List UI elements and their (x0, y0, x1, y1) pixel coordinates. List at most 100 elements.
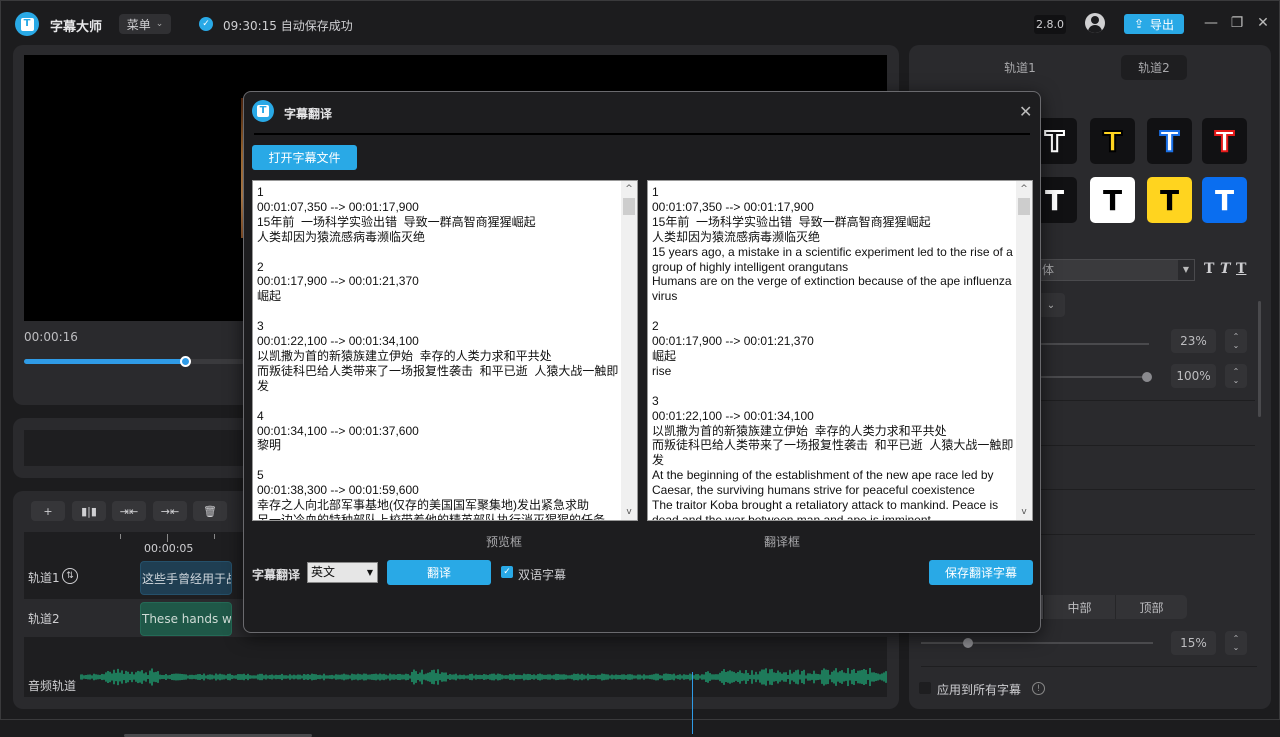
dropdown-arrow-icon: ▼ (366, 568, 373, 577)
subtitle-translate-dialog: T 字幕翻译 ✕ 打开字幕文件 1 00:01:07,350 --> 00:01… (243, 91, 1041, 633)
tab-track2[interactable]: 轨道2 (1121, 55, 1187, 80)
app-logo-icon: T (15, 12, 39, 36)
dialog-title: 字幕翻译 (284, 107, 333, 121)
translation-textbox[interactable]: 1 00:01:07,350 --> 00:01:17,900 15年前 一场科… (647, 180, 1033, 521)
style-swatch[interactable]: T (1090, 118, 1135, 164)
style-panel-scrollbar[interactable] (1258, 301, 1261, 417)
apply-all-label: 应用到所有字幕 (937, 683, 1022, 697)
scroll-down-icon[interactable]: v (621, 504, 637, 520)
translation-scrollbar[interactable]: ^ v (1016, 181, 1032, 520)
dropdown-arrow-icon: ▼ (1178, 260, 1194, 280)
track-label: 轨道1 (28, 571, 60, 585)
user-avatar-icon[interactable] (1085, 13, 1105, 33)
size-stepper[interactable]: ⌃ ⌄ (1225, 329, 1247, 353)
style-swatch[interactable]: T (1147, 118, 1192, 164)
size-dropdown[interactable]: ⌄ (1037, 293, 1065, 317)
ruler-tick (120, 534, 121, 539)
sort-icon[interactable]: ⇅ (62, 568, 78, 584)
export-label: 导出 (1150, 17, 1175, 32)
position-middle-button[interactable]: 中部 (1043, 595, 1115, 619)
info-icon[interactable]: ! (1032, 682, 1045, 695)
save-translation-button[interactable]: 保存翻译字幕 (929, 560, 1033, 585)
audio-waveform[interactable] (80, 662, 887, 692)
share-icon: ⇪ (1133, 17, 1145, 31)
translate-label: 字幕翻译 (252, 568, 301, 582)
preview-textbox[interactable]: 1 00:01:07,350 --> 00:01:17,900 15年前 一场科… (252, 180, 638, 521)
language-select[interactable]: 英文 ▼ (307, 562, 378, 583)
tab-label: 轨道2 (1138, 61, 1170, 75)
tab-track1[interactable]: 轨道1 (987, 55, 1053, 80)
title-bar: T 字幕大师 菜单 ⌄ ✓ 09:30:15 自动保存成功 2.8.0 ⇪ 导出… (1, 1, 1280, 45)
preview-scrollbar[interactable]: ^ v (621, 181, 637, 520)
divider (1039, 534, 1255, 535)
chevron-down-icon: ⌄ (155, 19, 164, 29)
add-icon: + (43, 504, 53, 518)
autosave-status: 09:30:15 自动保存成功 (223, 19, 353, 33)
margin-value[interactable]: 15% (1171, 631, 1216, 655)
merge-right-icon: →⇤ (160, 504, 180, 518)
progress-handle[interactable] (180, 356, 192, 367)
dialog-logo-icon: T (252, 100, 274, 122)
divider (254, 133, 1030, 135)
app-name: 字幕大师 (50, 20, 103, 35)
style-swatch[interactable]: T (1202, 118, 1247, 164)
merge-right-button[interactable]: →⇤ (153, 501, 187, 521)
font-select[interactable]: 体 ▼ (1039, 259, 1195, 281)
margin-stepper[interactable]: ⌃ ⌄ (1225, 631, 1247, 655)
position-top-button[interactable]: 顶部 (1115, 595, 1187, 619)
opacity-slider[interactable] (1039, 376, 1147, 378)
apply-all-checkbox[interactable] (919, 682, 931, 694)
split-button[interactable]: ▮|▮ (72, 501, 106, 521)
underline-button[interactable]: T (1236, 261, 1246, 277)
translate-button[interactable]: 翻译 (387, 560, 491, 585)
merge-left-button[interactable]: ⇥⇤ (112, 501, 146, 521)
bilingual-label: 双语字幕 (518, 568, 567, 582)
size-slider[interactable] (1039, 343, 1149, 345)
scroll-down-icon[interactable]: v (1016, 504, 1032, 520)
opacity-value[interactable]: 100% (1171, 364, 1216, 388)
scroll-up-icon[interactable]: ^ (621, 181, 637, 197)
chevron-down-icon: ⌄ (1046, 299, 1056, 311)
margin-slider[interactable] (921, 642, 1153, 644)
bilingual-checkbox[interactable]: ✓ (501, 566, 513, 578)
ruler-tick (167, 534, 168, 542)
ruler-time-label: 00:00:05 (144, 542, 194, 555)
scroll-thumb[interactable] (1018, 198, 1030, 215)
close-window-icon[interactable]: ✕ (1253, 13, 1273, 33)
ruler-tick (214, 534, 215, 539)
delete-button[interactable]: 🗑 (193, 501, 227, 521)
audio-track-label: 音频轨道 (28, 679, 77, 693)
italic-button[interactable]: T (1220, 261, 1230, 277)
font-value: 体 (1042, 263, 1055, 277)
minimize-icon[interactable]: — (1201, 13, 1221, 33)
language-value: 英文 (311, 565, 336, 579)
style-swatch[interactable]: T (1202, 177, 1247, 223)
version-badge: 2.8.0 (1034, 15, 1066, 34)
restore-icon[interactable]: ❐ (1227, 13, 1247, 33)
divider (1039, 400, 1255, 401)
clip-text: 这些手曾经用于战 (142, 571, 232, 586)
subtitle-clip[interactable]: 这些手曾经用于战 (140, 561, 232, 595)
export-button[interactable]: ⇪ 导出 (1124, 14, 1184, 34)
style-swatch[interactable]: T (1147, 177, 1192, 223)
track-label: 轨道2 (28, 612, 60, 626)
subtitle-clip[interactable]: These hands wer (140, 602, 232, 636)
menu-button[interactable]: 菜单 ⌄ (119, 14, 171, 34)
menu-label: 菜单 (126, 17, 151, 32)
current-time: 00:00:16 (24, 330, 78, 344)
close-icon[interactable]: ✕ (1019, 102, 1032, 121)
scroll-up-icon[interactable]: ^ (1016, 181, 1032, 197)
tab-label: 轨道1 (1004, 61, 1036, 75)
opacity-stepper[interactable]: ⌃ ⌄ (1225, 364, 1247, 388)
add-button[interactable]: + (31, 501, 65, 521)
size-value[interactable]: 23% (1171, 329, 1216, 353)
preview-caption: 预览框 (486, 535, 523, 549)
margin-slider-handle[interactable] (962, 638, 973, 648)
bold-button[interactable]: T (1204, 261, 1214, 277)
open-subtitle-file-button[interactable]: 打开字幕文件 (252, 145, 357, 170)
style-swatch[interactable]: T (1090, 177, 1135, 223)
scroll-thumb[interactable] (623, 198, 635, 215)
split-icon: ▮|▮ (81, 504, 97, 518)
opacity-slider-handle[interactable] (1142, 372, 1152, 382)
playhead[interactable] (692, 672, 693, 734)
